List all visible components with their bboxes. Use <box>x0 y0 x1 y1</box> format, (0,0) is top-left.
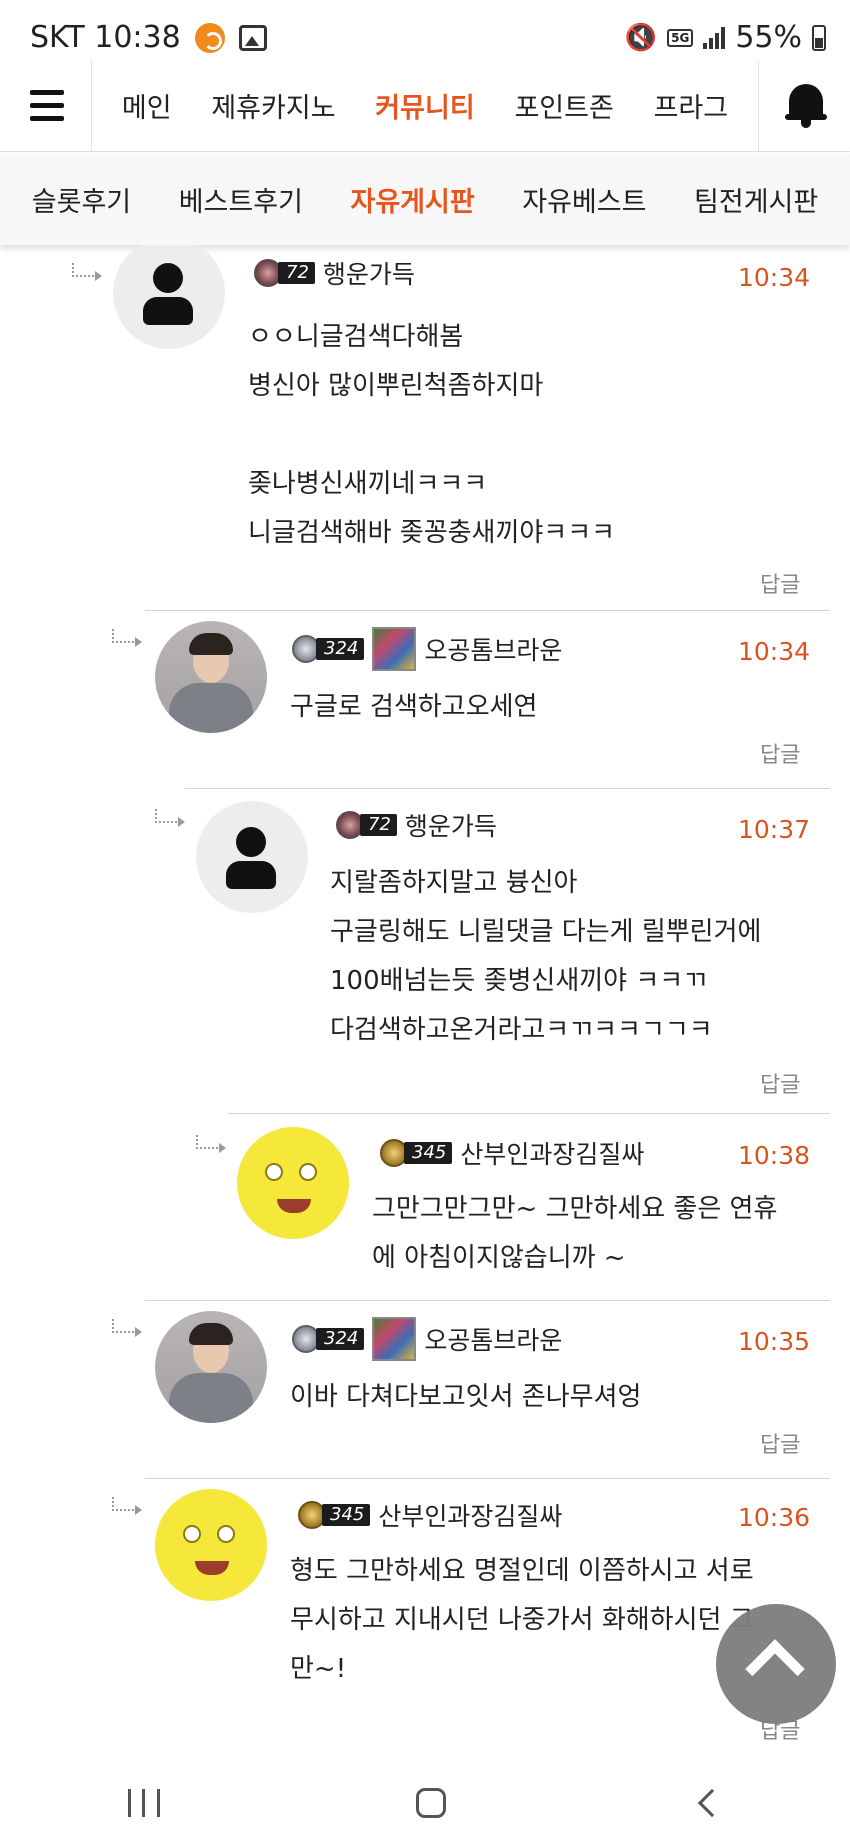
avatar[interactable] <box>237 1127 349 1239</box>
comment-time: 10:36 <box>738 1503 811 1532</box>
reply-button[interactable]: 답글 <box>760 1067 800 1099</box>
battery-icon <box>812 24 826 51</box>
nickname[interactable]: 행운가득 <box>323 255 415 291</box>
mute-icon: 🔇 <box>624 22 658 53</box>
comment-list: 72 행운가득 10:34 ㅇㅇ니글검색다해봄 병신아 많이뿌린척좀하지마 좆나… <box>0 245 850 1775</box>
reply-arrow-icon <box>112 1497 142 1515</box>
comment-text: ㅇㅇ니글검색다해봄 병신아 많이뿌린척좀하지마 좆나병신새끼네ㅋㅋㅋ 니글검색해… <box>248 322 616 548</box>
network-type: 5G <box>667 28 694 47</box>
avatar[interactable] <box>155 1311 267 1423</box>
comment-item: 324 오공톰브라운 10:35 이바 다쳐다보고잇서 존나무셔엉 답글 <box>0 1307 850 1477</box>
level-badge: 345 <box>380 1139 453 1167</box>
reply-arrow-icon <box>112 629 142 647</box>
nav-item-community[interactable]: 커뮤니티 <box>375 86 474 125</box>
reply-button[interactable]: 답글 <box>760 737 800 769</box>
comment-time: 10:37 <box>738 815 811 844</box>
tab-free-board[interactable]: 자유게시판 <box>350 180 474 219</box>
game-icon <box>372 627 417 671</box>
nav-item-pointzone[interactable]: 포인트존 <box>514 86 613 125</box>
nickname[interactable]: 산부인과장김질싸 <box>378 1497 562 1533</box>
divider <box>185 788 830 789</box>
top-navigation: 메인 제휴카지노 커뮤니티 포인트존 프라그 <box>0 59 850 152</box>
divider <box>145 1300 830 1301</box>
reply-arrow-icon <box>72 263 102 281</box>
level-badge: 72 <box>336 811 397 839</box>
app-notification-icon <box>194 22 225 53</box>
gallery-notification-icon <box>238 24 267 51</box>
level-badge: 72 <box>254 259 315 287</box>
comment-item: 72 행운가득 10:34 ㅇㅇ니글검색다해봄 병신아 많이뿌린척좀하지마 좆나… <box>0 245 850 605</box>
nav-item-casino[interactable]: 제휴카지노 <box>211 86 335 125</box>
comment-text: 지랄좀하지말고 븅신아 구글링해도 니릴댓글 다는게 릴뿌린거에 100배넘는듯… <box>330 868 762 1045</box>
back-icon[interactable] <box>697 1788 727 1818</box>
comment-time: 10:34 <box>738 263 811 292</box>
comment-text: 그만그만그만~ 그만하세요 좋은 연휴 에 아침이지않습니까 ~ <box>372 1194 778 1273</box>
comment-item: 345 산부인과장김질싸 10:38 그만그만그만~ 그만하세요 좋은 연휴 에… <box>0 1123 850 1303</box>
scroll-to-top-button[interactable] <box>716 1604 836 1724</box>
comment-item: 72 행운가득 10:37 지랄좀하지말고 븅신아 구글링해도 니릴댓글 다는게… <box>0 797 850 1117</box>
tab-slot-review[interactable]: 슬롯후기 <box>32 180 131 219</box>
game-icon <box>372 1317 417 1361</box>
avatar[interactable] <box>196 801 308 913</box>
avatar[interactable] <box>155 1489 267 1601</box>
reply-arrow-icon <box>112 1319 142 1337</box>
nickname[interactable]: 산부인과장김질싸 <box>460 1135 644 1171</box>
nickname[interactable]: 오공톰브라운 <box>424 1321 562 1357</box>
comment-time: 10:34 <box>738 637 811 666</box>
comment-text: 이바 다쳐다보고잇서 존나무셔엉 <box>290 1382 642 1412</box>
comment-item: 324 오공톰브라운 10:34 구글로 검색하고오세연 답글 <box>0 617 850 787</box>
signal-icon <box>703 26 726 49</box>
system-navigation-bar <box>0 1764 850 1842</box>
nav-item-main[interactable]: 메인 <box>122 86 172 125</box>
level-badge: 324 <box>292 635 365 663</box>
notification-button[interactable] <box>758 59 850 152</box>
avatar[interactable] <box>155 621 267 733</box>
nickname[interactable]: 행운가득 <box>405 807 497 843</box>
bell-icon <box>785 83 827 128</box>
reply-arrow-icon <box>196 1135 226 1153</box>
divider <box>145 610 830 611</box>
reply-button[interactable]: 답글 <box>760 567 800 599</box>
comment-item: 345 산부인과장김질싸 10:36 형도 그만하세요 명절인데 이쯤하시고 서… <box>0 1485 850 1775</box>
divider <box>228 1113 830 1114</box>
recent-apps-icon[interactable] <box>128 1789 160 1817</box>
carrier-time: SKT 10:38 <box>30 20 181 55</box>
reply-arrow-icon <box>155 809 185 827</box>
battery-percent: 55% <box>735 20 802 55</box>
nickname[interactable]: 오공톰브라운 <box>424 631 562 667</box>
comment-text: 구글로 검색하고오세연 <box>290 692 538 722</box>
divider <box>145 1478 830 1479</box>
nav-item-prag[interactable]: 프라그 <box>654 86 729 125</box>
tab-free-best[interactable]: 자유베스트 <box>522 180 646 219</box>
reply-button[interactable]: 답글 <box>760 1427 800 1459</box>
tab-best-review[interactable]: 베스트후기 <box>179 180 303 219</box>
home-icon[interactable] <box>416 1788 446 1818</box>
menu-icon[interactable] <box>0 59 92 152</box>
level-badge: 345 <box>298 1501 371 1529</box>
comment-time: 10:38 <box>738 1141 811 1170</box>
comment-time: 10:35 <box>738 1327 811 1356</box>
avatar[interactable] <box>113 245 225 349</box>
tab-team-board[interactable]: 팀전게시판 <box>694 180 818 219</box>
sub-navigation: 슬롯후기 베스트후기 자유게시판 자유베스트 팀전게시판 <box>0 153 850 245</box>
level-badge: 324 <box>292 1325 365 1353</box>
